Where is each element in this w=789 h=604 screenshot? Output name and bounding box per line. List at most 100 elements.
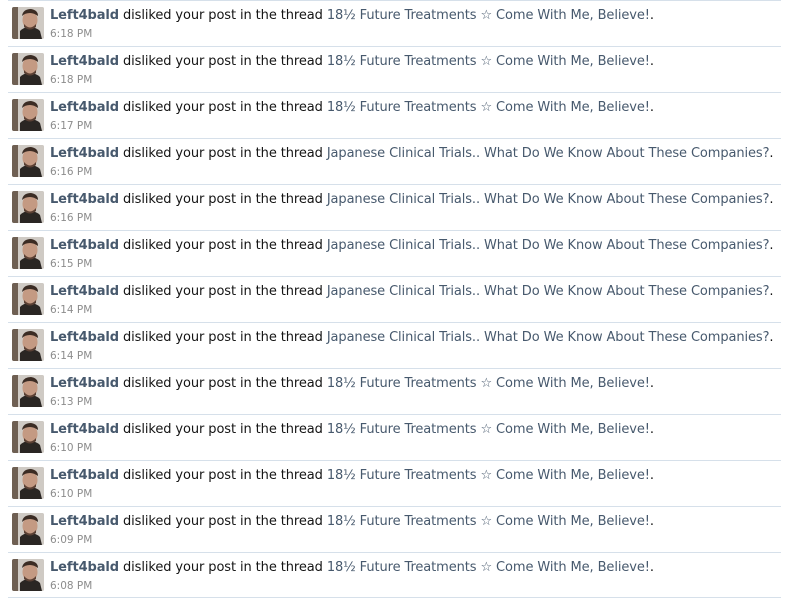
avatar[interactable] [12, 513, 44, 545]
alert-action: disliked your post in the thread [123, 54, 323, 69]
avatar[interactable] [12, 237, 44, 269]
username-link[interactable]: Left4bald [50, 330, 119, 345]
alert-text: Left4bald disliked your post in the thre… [50, 145, 774, 162]
alert-action: disliked your post in the thread [123, 284, 323, 299]
alert-item: Left4bald disliked your post in the thre… [8, 230, 781, 276]
alert-action: disliked your post in the thread [123, 422, 323, 437]
alert-end: . [649, 8, 654, 23]
alert-text: Left4bald disliked your post in the thre… [50, 513, 654, 530]
alert-item: Left4bald disliked your post in the thre… [8, 552, 781, 598]
alert-time: 6:18 PM [50, 74, 93, 86]
alert-text: Left4bald disliked your post in the thre… [50, 283, 774, 300]
alert-item: Left4bald disliked your post in the thre… [8, 0, 781, 46]
alert-item: Left4bald disliked your post in the thre… [8, 414, 781, 460]
username-link[interactable]: Left4bald [50, 8, 119, 23]
alert-end: . [769, 330, 774, 345]
alert-action: disliked your post in the thread [123, 146, 323, 161]
thread-link[interactable]: 18½ Future Treatments ☆ Come With Me, Be… [327, 54, 650, 69]
thread-link[interactable]: 18½ Future Treatments ☆ Come With Me, Be… [327, 422, 650, 437]
alert-end: . [649, 54, 654, 69]
alert-text: Left4bald disliked your post in the thre… [50, 375, 654, 392]
alert-text: Left4bald disliked your post in the thre… [50, 191, 774, 208]
avatar[interactable] [12, 283, 44, 315]
alert-end: . [769, 238, 774, 253]
thread-link[interactable]: Japanese Clinical Trials.. What Do We Kn… [327, 146, 770, 161]
alert-action: disliked your post in the thread [123, 100, 323, 115]
alert-action: disliked your post in the thread [123, 8, 323, 23]
username-link[interactable]: Left4bald [50, 192, 119, 207]
username-link[interactable]: Left4bald [50, 422, 119, 437]
avatar[interactable] [12, 329, 44, 361]
thread-link[interactable]: 18½ Future Treatments ☆ Come With Me, Be… [327, 468, 650, 483]
alert-end: . [649, 100, 654, 115]
alert-item: Left4bald disliked your post in the thre… [8, 138, 781, 184]
alert-time: 6:16 PM [50, 166, 93, 178]
thread-link[interactable]: 18½ Future Treatments ☆ Come With Me, Be… [327, 376, 650, 391]
alert-action: disliked your post in the thread [123, 238, 323, 253]
username-link[interactable]: Left4bald [50, 54, 119, 69]
username-link[interactable]: Left4bald [50, 146, 119, 161]
username-link[interactable]: Left4bald [50, 238, 119, 253]
alert-action: disliked your post in the thread [123, 330, 323, 345]
alert-time: 6:13 PM [50, 396, 93, 408]
thread-link[interactable]: Japanese Clinical Trials.. What Do We Kn… [327, 238, 770, 253]
alert-end: . [649, 376, 654, 391]
alert-action: disliked your post in the thread [123, 560, 323, 575]
alert-time: 6:10 PM [50, 442, 93, 454]
alert-end: . [649, 514, 654, 529]
avatar[interactable] [12, 467, 44, 499]
alert-time: 6:09 PM [50, 534, 93, 546]
username-link[interactable]: Left4bald [50, 284, 119, 299]
alert-end: . [649, 560, 654, 575]
alert-text: Left4bald disliked your post in the thre… [50, 7, 654, 24]
alert-item: Left4bald disliked your post in the thre… [8, 92, 781, 138]
alert-item: Left4bald disliked your post in the thre… [8, 46, 781, 92]
username-link[interactable]: Left4bald [50, 100, 119, 115]
alert-action: disliked your post in the thread [123, 192, 323, 207]
alert-item: Left4bald disliked your post in the thre… [8, 276, 781, 322]
alert-text: Left4bald disliked your post in the thre… [50, 99, 654, 116]
username-link[interactable]: Left4bald [50, 376, 119, 391]
avatar[interactable] [12, 421, 44, 453]
alert-text: Left4bald disliked your post in the thre… [50, 329, 774, 346]
alert-text: Left4bald disliked your post in the thre… [50, 559, 654, 576]
alert-action: disliked your post in the thread [123, 514, 323, 529]
username-link[interactable]: Left4bald [50, 514, 119, 529]
thread-link[interactable]: Japanese Clinical Trials.. What Do We Kn… [327, 284, 770, 299]
thread-link[interactable]: 18½ Future Treatments ☆ Come With Me, Be… [327, 560, 650, 575]
alert-time: 6:16 PM [50, 212, 93, 224]
thread-link[interactable]: Japanese Clinical Trials.. What Do We Kn… [327, 330, 770, 345]
thread-link[interactable]: Japanese Clinical Trials.. What Do We Kn… [327, 192, 770, 207]
alert-time: 6:14 PM [50, 350, 93, 362]
alert-time: 6:10 PM [50, 488, 93, 500]
alert-item: Left4bald disliked your post in the thre… [8, 368, 781, 414]
alert-text: Left4bald disliked your post in the thre… [50, 237, 774, 254]
alert-end: . [769, 284, 774, 299]
alert-time: 6:08 PM [50, 580, 93, 592]
avatar[interactable] [12, 375, 44, 407]
thread-link[interactable]: 18½ Future Treatments ☆ Come With Me, Be… [327, 8, 650, 23]
avatar[interactable] [12, 99, 44, 131]
alert-action: disliked your post in the thread [123, 376, 323, 391]
alert-end: . [769, 146, 774, 161]
alert-item: Left4bald disliked your post in the thre… [8, 460, 781, 506]
alert-item: Left4bald disliked your post in the thre… [8, 184, 781, 230]
avatar[interactable] [12, 53, 44, 85]
alert-time: 6:17 PM [50, 120, 93, 132]
alert-item: Left4bald disliked your post in the thre… [8, 322, 781, 368]
thread-link[interactable]: 18½ Future Treatments ☆ Come With Me, Be… [327, 100, 650, 115]
avatar[interactable] [12, 559, 44, 591]
alert-text: Left4bald disliked your post in the thre… [50, 467, 654, 484]
alert-text: Left4bald disliked your post in the thre… [50, 421, 654, 438]
alert-action: disliked your post in the thread [123, 468, 323, 483]
alert-end: . [769, 192, 774, 207]
alert-text: Left4bald disliked your post in the thre… [50, 53, 654, 70]
avatar[interactable] [12, 7, 44, 39]
username-link[interactable]: Left4bald [50, 560, 119, 575]
thread-link[interactable]: 18½ Future Treatments ☆ Come With Me, Be… [327, 514, 650, 529]
username-link[interactable]: Left4bald [50, 468, 119, 483]
avatar[interactable] [12, 191, 44, 223]
avatar[interactable] [12, 145, 44, 177]
alert-end: . [649, 422, 654, 437]
alerts-list: Left4bald disliked your post in the thre… [8, 0, 781, 598]
